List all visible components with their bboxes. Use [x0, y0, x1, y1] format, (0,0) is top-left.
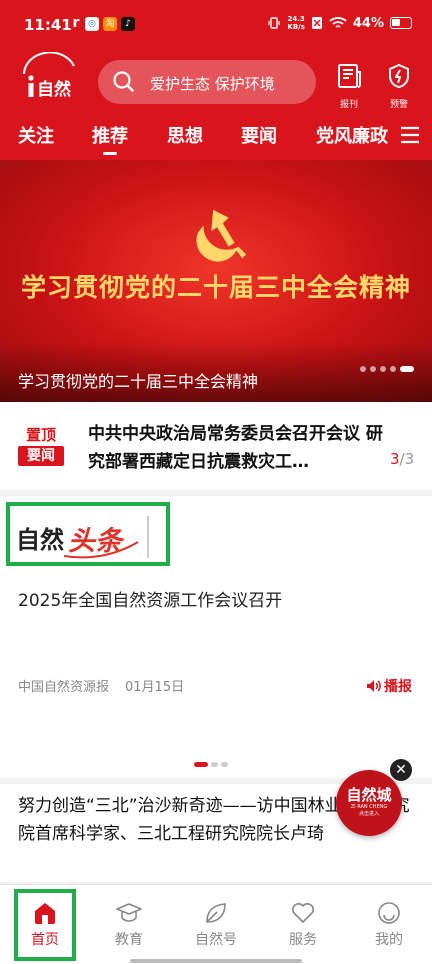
pager-dot-active [194, 762, 208, 767]
pinned-counter: 3/3 [390, 450, 414, 468]
banner-dot [390, 366, 396, 372]
bottom-nav: 首页 教育 自然号 服务 我的 [0, 884, 432, 964]
floating-ad-tag: 点击进入 [358, 811, 379, 817]
banner-slogan: 学习贯彻党的二十届三中全会精神 [20, 273, 411, 302]
pinned-badge: 置顶 要闻 [18, 426, 64, 466]
tab-thought[interactable]: 思想 [167, 122, 203, 148]
leaf-icon [206, 903, 226, 923]
battery-percent: 44% [352, 15, 384, 31]
news-date: 01月15日 [125, 680, 185, 695]
pager-dot [211, 762, 218, 767]
nav-mine[interactable]: 我的 [354, 901, 424, 949]
newspaper-button[interactable]: 报刊 [331, 62, 367, 110]
close-ad-button[interactable]: ✕ [390, 759, 412, 781]
nav-education[interactable]: 教育 [94, 901, 164, 949]
pinned-title[interactable]: 中共中央政治局常务委员会召开会议 研究部署西藏定日抗震救灾工… [88, 420, 388, 476]
tab-recommend[interactable]: 推荐 [92, 122, 128, 155]
tab-follow[interactable]: 关注 [18, 122, 54, 148]
tab-clip: 党风廉政 [316, 118, 392, 160]
banner-dot [360, 366, 366, 372]
search-bar[interactable]: 爱护生态 保护环境 [98, 60, 316, 104]
banner-carousel[interactable]: 学习贯彻党的二十届三中全会精神 学习贯彻党的二十届三中全会精神 [0, 160, 432, 402]
pinned-news[interactable]: 置顶 要闻 中共中央政治局常务委员会召开会议 研究部署西藏定日抗震救灾工… 3/… [0, 402, 432, 490]
notification-icon-2: ◎ [85, 17, 99, 31]
pinned-counter-current: 3 [390, 450, 400, 468]
close-icon: ✕ [395, 762, 407, 778]
news-title[interactable]: 2025年全国自然资源工作会议召开 [18, 586, 282, 611]
news-card[interactable]: 自然 头条 2025年全国自然资源工作会议召开 中国自然资源报 01月15日 播报 [0, 496, 432, 778]
newspaper-label: 报刊 [339, 100, 358, 110]
heart-icon [292, 903, 314, 923]
net-speed-unit: KB/s [287, 23, 305, 31]
nav-nature-account-label: 自然号 [195, 932, 237, 948]
nav-home[interactable]: 首页 [10, 901, 80, 949]
status-bar: 11:41 r ◎ 淘 ♪ 24.3 KB/s 44% [0, 0, 432, 50]
tab-headlines[interactable]: 要闻 [241, 122, 277, 148]
search-icon [113, 71, 134, 92]
nav-home-label: 首页 [31, 932, 59, 948]
banner-caption: 学习贯彻党的二十届三中全会精神 [18, 372, 259, 391]
nav-service[interactable]: 服务 [268, 901, 338, 949]
zirantoutiao-logo-icon: 自然 头条 [16, 516, 149, 559]
sim-off-icon [311, 17, 322, 29]
status-right: 24.3 KB/s 44% [267, 15, 412, 31]
brand-text-1: 自然 [16, 525, 64, 554]
gesture-bar[interactable] [130, 959, 302, 963]
alert-button[interactable]: 预警 [381, 62, 417, 110]
pager-dot [221, 762, 228, 767]
net-speed: 24.3 KB/s [287, 15, 304, 31]
news-source: 中国自然资源报 [18, 680, 110, 695]
floating-ad[interactable]: 自然城 ZI RAN CHENG 点击进入 [336, 770, 402, 836]
app-logo[interactable]: 自然 [18, 51, 80, 102]
wifi-icon [329, 17, 347, 28]
nav-mine-label: 我的 [375, 932, 403, 948]
status-time: 11:41 [24, 16, 72, 34]
svg-text:自然: 自然 [37, 79, 71, 100]
pinned-badge-bottom: 要闻 [18, 446, 64, 466]
alert-shield-icon [389, 63, 409, 89]
floating-ad-subtitle: ZI RAN CHENG [350, 804, 388, 810]
banner-dots [360, 366, 414, 372]
brand-logo-box: 自然 头条 [6, 502, 170, 566]
broadcast-label: 播报 [384, 679, 412, 695]
alert-label: 预警 [389, 100, 408, 110]
speaker-icon [367, 680, 381, 692]
nav-education-label: 教育 [115, 932, 143, 948]
pinned-badge-top: 置顶 [25, 426, 56, 444]
newspaper-icon [338, 64, 361, 88]
card-pager [194, 762, 228, 767]
banner-dot [380, 366, 386, 372]
broadcast-button[interactable]: 播报 [366, 676, 412, 696]
notification-icon-1: r [72, 15, 80, 31]
vibrate-icon [268, 17, 280, 29]
app-header: 11:41 r ◎ 淘 ♪ 24.3 KB/s 44% 自然 爱护生态 保护环境 … [0, 0, 432, 160]
tab-anticorruption[interactable]: 党风廉政 [316, 122, 388, 148]
search-placeholder: 爱护生态 保护环境 [150, 75, 275, 93]
floating-ad-title: 自然城 [346, 786, 392, 804]
net-speed-value: 24.3 [287, 15, 305, 23]
banner-dot [370, 366, 376, 372]
nav-nature-account[interactable]: 自然号 [181, 901, 251, 949]
party-emblem-icon [196, 209, 247, 262]
home-icon [35, 903, 55, 924]
menu-icon[interactable] [400, 126, 420, 144]
pinned-counter-total: /3 [399, 450, 415, 468]
tiktok-icon: ♪ [121, 17, 135, 31]
banner-dot-active [400, 366, 414, 372]
nav-service-label: 服务 [289, 932, 317, 948]
graduation-cap-icon [116, 903, 142, 922]
logo-icon: 自然 [23, 51, 75, 100]
notification-icon-3: 淘 [103, 17, 117, 31]
channel-tabs: 关注 推荐 思想 要闻 党风廉政 [0, 118, 432, 160]
battery-icon [390, 17, 412, 29]
news-meta: 中国自然资源报 01月15日 [18, 676, 184, 695]
smile-icon [378, 902, 400, 924]
